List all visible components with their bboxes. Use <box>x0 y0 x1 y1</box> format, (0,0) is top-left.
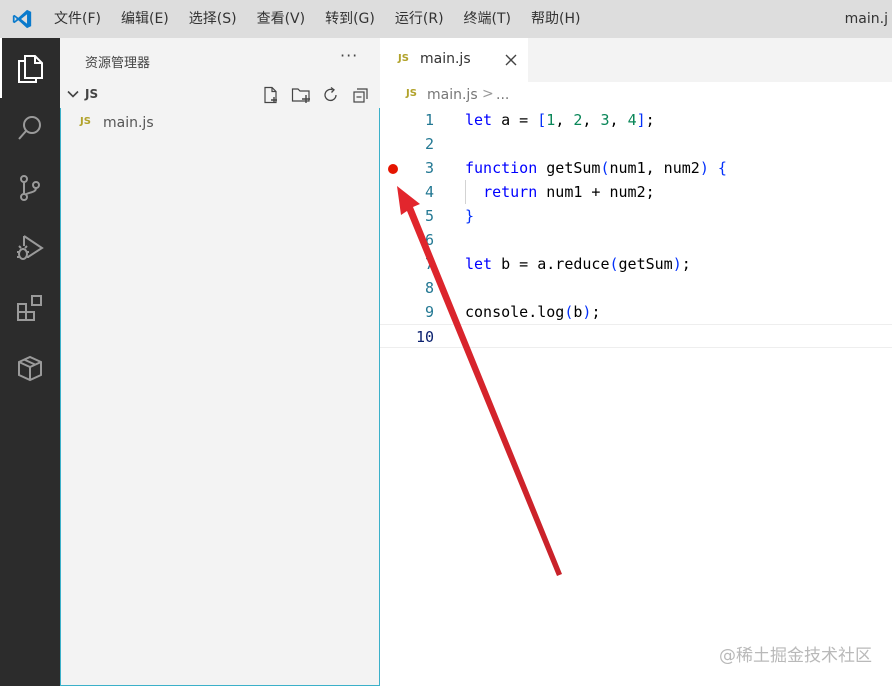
line-number: 2 <box>424 135 434 153</box>
line-number: 7 <box>424 255 434 273</box>
line-text: return num1 + num2; <box>483 183 655 201</box>
more-actions-button[interactable]: ··· <box>340 46 358 65</box>
refresh-icon[interactable] <box>320 85 342 105</box>
line-text: function getSum(num1, num2) { <box>465 159 727 177</box>
activity-bar <box>0 38 60 686</box>
code-line[interactable]: 1 let a = [1, 2, 3, 4]; <box>380 108 892 132</box>
code-line[interactable]: 8 <box>380 276 892 300</box>
line-number: 1 <box>424 111 434 129</box>
run-debug-icon[interactable] <box>0 218 60 278</box>
file-name: main.js <box>103 115 154 131</box>
code-line[interactable]: 4 return num1 + num2; <box>380 180 892 204</box>
code-line[interactable]: 3 function getSum(num1, num2) { <box>380 156 892 180</box>
menu-edit[interactable]: 编辑(E) <box>111 0 179 38</box>
package-icon[interactable] <box>0 338 60 398</box>
line-number: 4 <box>424 183 434 201</box>
line-number: 8 <box>424 279 434 297</box>
breadcrumb: JS main.js > ... <box>380 82 892 108</box>
sidebar-title: 资源管理器 <box>85 56 151 71</box>
vscode-logo-icon <box>12 9 32 29</box>
search-icon[interactable] <box>0 98 60 158</box>
line-text: let a = [1, 2, 3, 4]; <box>465 111 655 129</box>
js-file-icon: JS <box>406 88 417 99</box>
new-file-icon[interactable] <box>260 85 282 105</box>
line-number: 10 <box>415 328 434 346</box>
line-text: let b = a.reduce(getSum); <box>465 255 691 273</box>
watermark: @稀土掘金技术社区 <box>719 646 872 666</box>
menu-help[interactable]: 帮助(H) <box>521 0 590 38</box>
sidebar-header: 资源管理器 ··· <box>60 38 380 82</box>
editor-area: JS main.js JS main.js > ... 1 let a = [1,… <box>380 38 892 686</box>
code-line[interactable]: 7 let b = a.reduce(getSum); <box>380 252 892 276</box>
line-number: 3 <box>424 159 434 177</box>
collapse-all-icon[interactable] <box>350 85 372 105</box>
menu-terminal[interactable]: 终端(T) <box>454 0 521 38</box>
tab-main-js[interactable]: JS main.js <box>380 38 528 82</box>
chevron-down-icon <box>67 90 79 98</box>
file-item-main-js[interactable]: JS main.js <box>61 112 379 134</box>
menu-go[interactable]: 转到(G) <box>315 0 385 38</box>
menu-selection[interactable]: 选择(S) <box>179 0 247 38</box>
file-tree: JS main.js <box>60 108 380 686</box>
js-file-icon: JS <box>398 53 409 64</box>
tab-label: main.js <box>420 51 471 67</box>
code-line[interactable]: 6 <box>380 228 892 252</box>
explorer-sidebar: 资源管理器 ··· JS JS main.js <box>60 38 380 686</box>
line-number: 5 <box>424 207 434 225</box>
line-text: } <box>465 207 475 225</box>
breakpoint-icon[interactable] <box>388 164 398 174</box>
menu-view[interactable]: 查看(V) <box>247 0 316 38</box>
breadcrumb-symbols[interactable]: ... <box>496 87 509 103</box>
source-control-icon[interactable] <box>0 158 60 218</box>
explorer-icon[interactable] <box>0 38 60 98</box>
code-line[interactable]: 2 <box>380 132 892 156</box>
code-line[interactable]: 9 console.log(b); <box>380 300 892 324</box>
code-line[interactable]: 10 <box>380 324 892 348</box>
line-text: console.log(b); <box>465 303 601 321</box>
folder-header-js[interactable]: JS <box>60 82 380 108</box>
code-line[interactable]: 5} <box>380 204 892 228</box>
line-number: 6 <box>424 231 434 249</box>
menu-bar: 文件(F) 编辑(E) 选择(S) 查看(V) 转到(G) 运行(R) 终端(T… <box>44 0 590 38</box>
tab-bar: JS main.js <box>380 38 892 82</box>
extensions-icon[interactable] <box>0 278 60 338</box>
close-icon[interactable] <box>504 53 518 67</box>
folder-name: JS <box>85 87 99 101</box>
breadcrumb-file[interactable]: main.js <box>427 87 478 103</box>
new-folder-icon[interactable] <box>290 85 312 105</box>
menu-file[interactable]: 文件(F) <box>44 0 111 38</box>
folder-actions <box>260 85 372 105</box>
breadcrumb-separator: > <box>482 86 494 102</box>
window-title: main.j <box>844 11 888 27</box>
js-file-icon: JS <box>80 116 91 127</box>
line-number: 9 <box>424 303 434 321</box>
title-bar: 文件(F) 编辑(E) 选择(S) 查看(V) 转到(G) 运行(R) 终端(T… <box>0 0 892 38</box>
menu-run[interactable]: 运行(R) <box>385 0 454 38</box>
